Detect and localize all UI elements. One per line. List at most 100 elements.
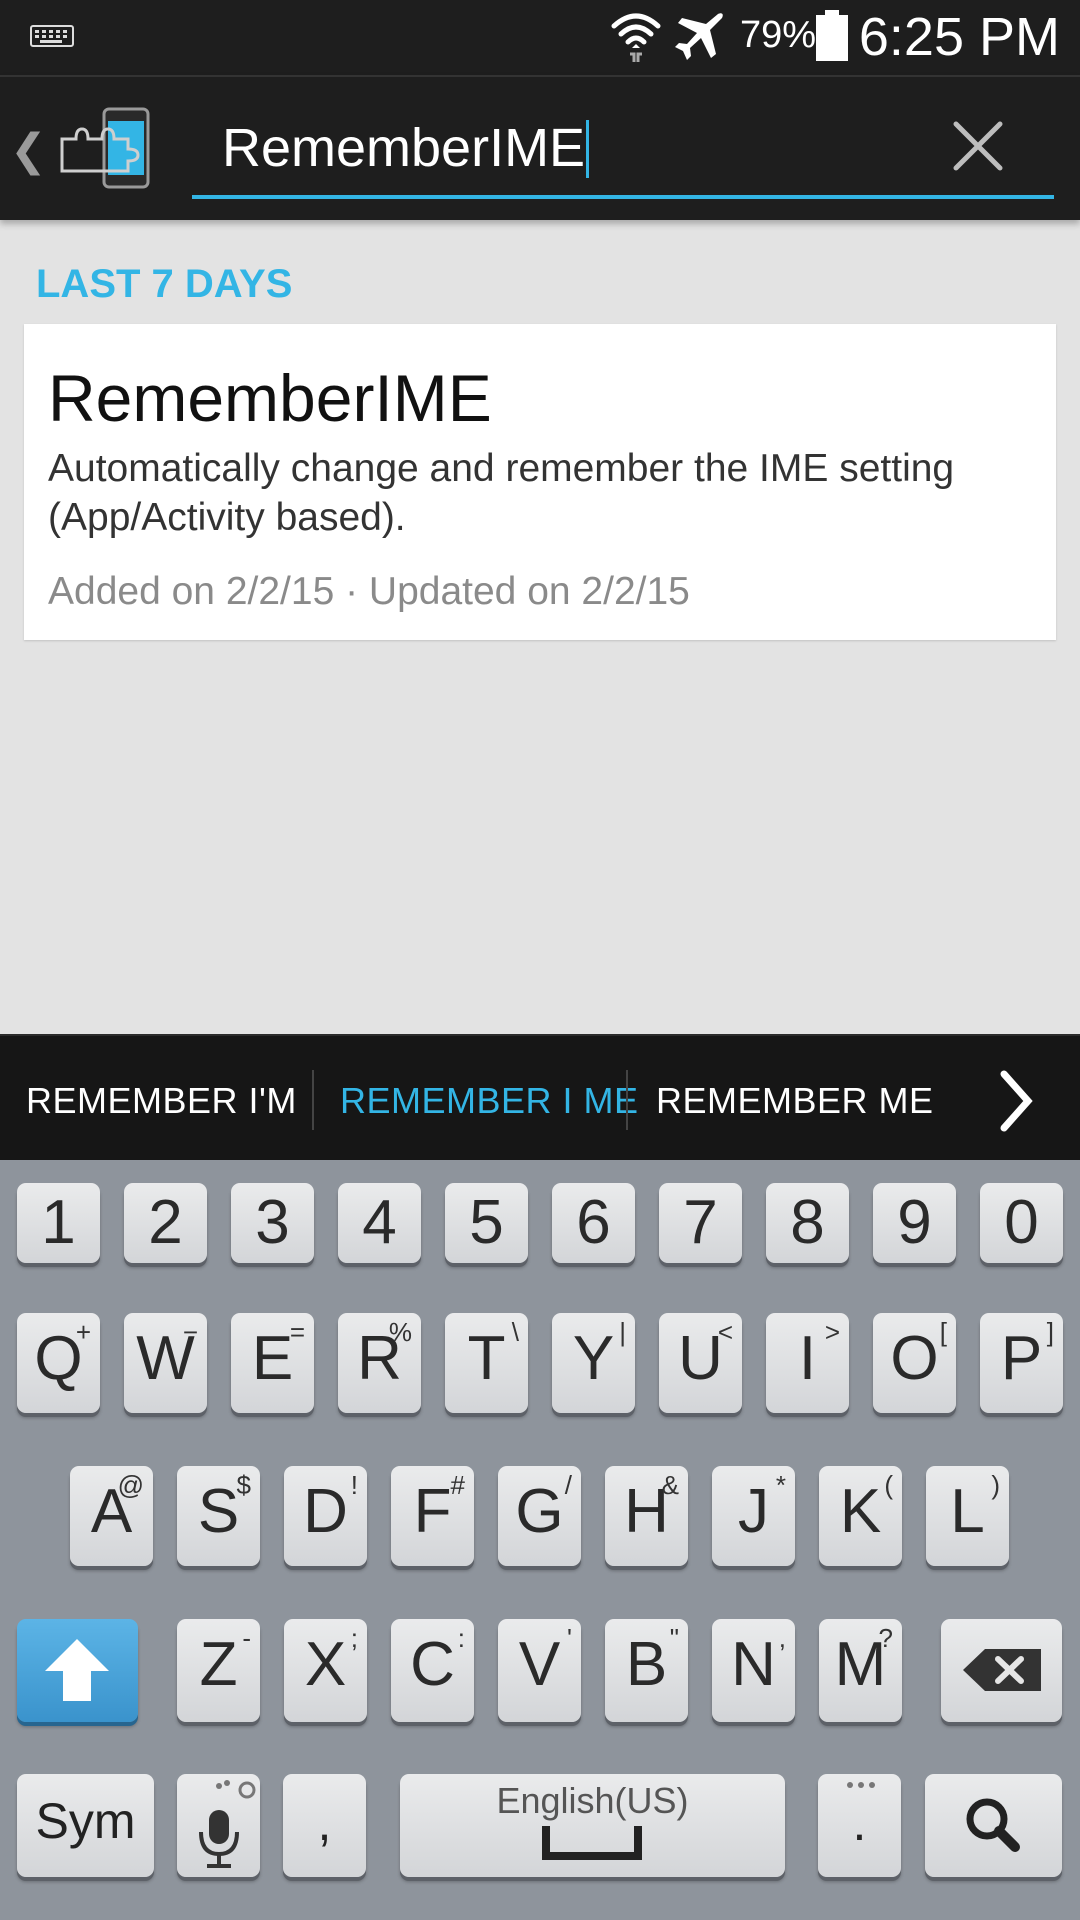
divider xyxy=(312,1070,314,1130)
key-secondary-label: , xyxy=(778,1623,786,1653)
key-o[interactable]: O[ xyxy=(873,1313,956,1413)
key-secondary-label: ] xyxy=(1046,1317,1054,1347)
key-k[interactable]: K( xyxy=(819,1466,902,1566)
key-secondary-label: # xyxy=(450,1470,465,1500)
voice-input-key[interactable] xyxy=(177,1774,260,1877)
key-secondary-label: / xyxy=(564,1470,572,1500)
comma-key[interactable]: , xyxy=(283,1774,366,1877)
key-n[interactable]: N, xyxy=(712,1619,795,1722)
key-a[interactable]: A @ xyxy=(70,1466,153,1566)
key-g[interactable]: G / xyxy=(498,1466,581,1566)
divider xyxy=(626,1070,628,1130)
suggestion-item[interactable]: REMEMBER I'M xyxy=(26,1080,297,1122)
suggestion-item-selected[interactable]: REMEMBER I ME xyxy=(340,1080,639,1122)
search-icon xyxy=(966,1798,1020,1852)
status-bar: 79% 6:25 PM xyxy=(0,0,1080,75)
search-query: RememberIME xyxy=(222,118,586,178)
sym-key-label: Sym xyxy=(35,1793,136,1849)
key-i[interactable]: I > xyxy=(766,1313,849,1413)
comma-key-label: , xyxy=(317,1795,332,1851)
key-secondary-label: + xyxy=(75,1317,91,1347)
airplane-mode-icon xyxy=(672,10,726,69)
space-key[interactable]: English(US) xyxy=(400,1774,785,1877)
key-4[interactable]: 4 xyxy=(338,1183,421,1263)
key-l[interactable]: L) xyxy=(926,1466,1009,1566)
key-label: 9 xyxy=(897,1188,932,1257)
key-secondary-label: ? xyxy=(878,1623,893,1653)
module-result-card[interactable]: RememberIME Automatically change and rem… xyxy=(24,324,1056,640)
search-toolbar: ❮ RememberIME xyxy=(0,75,1080,220)
key-label: 4 xyxy=(362,1188,397,1257)
key-secondary-label: $ xyxy=(236,1470,251,1500)
key-secondary-label: % xyxy=(388,1317,412,1347)
key-secondary-label: : xyxy=(457,1623,465,1653)
key-p[interactable]: P] xyxy=(980,1313,1063,1413)
key-6[interactable]: 6 xyxy=(552,1183,635,1263)
key-label: 3 xyxy=(255,1188,290,1257)
key-label: 2 xyxy=(148,1188,183,1257)
key-3[interactable]: 3 xyxy=(231,1183,314,1263)
key-9[interactable]: 9 xyxy=(873,1183,956,1263)
key-secondary-label: & xyxy=(661,1470,679,1500)
suggestion-item[interactable]: REMEMBER ME xyxy=(656,1080,934,1122)
key-2[interactable]: 2 xyxy=(124,1183,207,1263)
key-1[interactable]: 1 xyxy=(17,1183,100,1263)
key-secondary-label: @ xyxy=(117,1470,144,1500)
key-5[interactable]: 5 xyxy=(445,1183,528,1263)
key-r[interactable]: R% xyxy=(338,1313,421,1413)
space-bar-icon xyxy=(542,1826,642,1860)
period-key[interactable]: . xyxy=(818,1774,901,1877)
key-secondary-label: ; xyxy=(350,1623,358,1653)
key-0[interactable]: 0 xyxy=(980,1183,1063,1263)
microphone-icon xyxy=(199,1780,256,1868)
period-key-label: . xyxy=(852,1795,867,1851)
key-e[interactable]: E = xyxy=(231,1313,314,1413)
key-w[interactable]: W − xyxy=(124,1313,207,1413)
key-v[interactable]: V ' xyxy=(498,1619,581,1722)
key-s[interactable]: S $ xyxy=(177,1466,260,1566)
key-secondary-label: < xyxy=(717,1317,733,1347)
key-h[interactable]: H & xyxy=(605,1466,688,1566)
key-b[interactable]: B " xyxy=(605,1619,688,1722)
key-u[interactable]: U < xyxy=(659,1313,742,1413)
space-key-label: English(US) xyxy=(496,1780,689,1821)
shift-key[interactable] xyxy=(17,1619,138,1722)
module-title: RememberIME xyxy=(48,361,492,435)
keyboard: Sym , English(US) . 1 2 3 4 5 6 7 8 9 0 Q + W − E = R% T \… xyxy=(0,1160,1080,1920)
key-secondary-label: [ xyxy=(939,1317,947,1347)
key-j[interactable]: J * xyxy=(712,1466,795,1566)
backspace-key[interactable] xyxy=(941,1619,1062,1722)
key-m[interactable]: M? xyxy=(819,1619,902,1722)
key-q[interactable]: Q + xyxy=(17,1313,100,1413)
battery-icon xyxy=(815,10,849,67)
sym-key[interactable]: Sym xyxy=(17,1774,154,1877)
back-icon[interactable]: ❮ xyxy=(10,125,47,176)
key-label: 7 xyxy=(683,1188,718,1257)
section-header: LAST 7 DAYS xyxy=(36,262,293,306)
key-f[interactable]: F # xyxy=(391,1466,474,1566)
key-7[interactable]: 7 xyxy=(659,1183,742,1263)
key-label: 5 xyxy=(469,1188,504,1257)
battery-percent: 79% xyxy=(740,14,817,56)
key-secondary-label: - xyxy=(242,1623,251,1653)
search-key[interactable] xyxy=(925,1774,1062,1877)
key-8[interactable]: 8 xyxy=(766,1183,849,1263)
key-t[interactable]: T \ xyxy=(445,1313,528,1413)
key-y[interactable]: Y | xyxy=(552,1313,635,1413)
key-label: 6 xyxy=(576,1188,611,1257)
key-d[interactable]: D! xyxy=(284,1466,367,1566)
key-secondary-label: − xyxy=(182,1317,198,1347)
key-x[interactable]: X; xyxy=(284,1619,367,1722)
key-z[interactable]: Z- xyxy=(177,1619,260,1722)
clear-icon[interactable] xyxy=(952,120,1004,177)
search-input[interactable]: RememberIME xyxy=(192,95,1054,199)
key-secondary-label: | xyxy=(619,1317,626,1347)
suggestion-strip: REMEMBER I'M REMEMBER I ME REMEMBER ME xyxy=(0,1034,1080,1162)
key-c[interactable]: C: xyxy=(391,1619,474,1722)
key-secondary-label: " xyxy=(669,1623,679,1653)
chevron-right-icon[interactable] xyxy=(998,1070,1034,1137)
clock: 6:25 PM xyxy=(858,7,1060,67)
xposed-installer-app-icon[interactable] xyxy=(58,105,154,196)
key-secondary-label: \ xyxy=(511,1317,519,1347)
key-secondary-label: * xyxy=(775,1470,786,1500)
